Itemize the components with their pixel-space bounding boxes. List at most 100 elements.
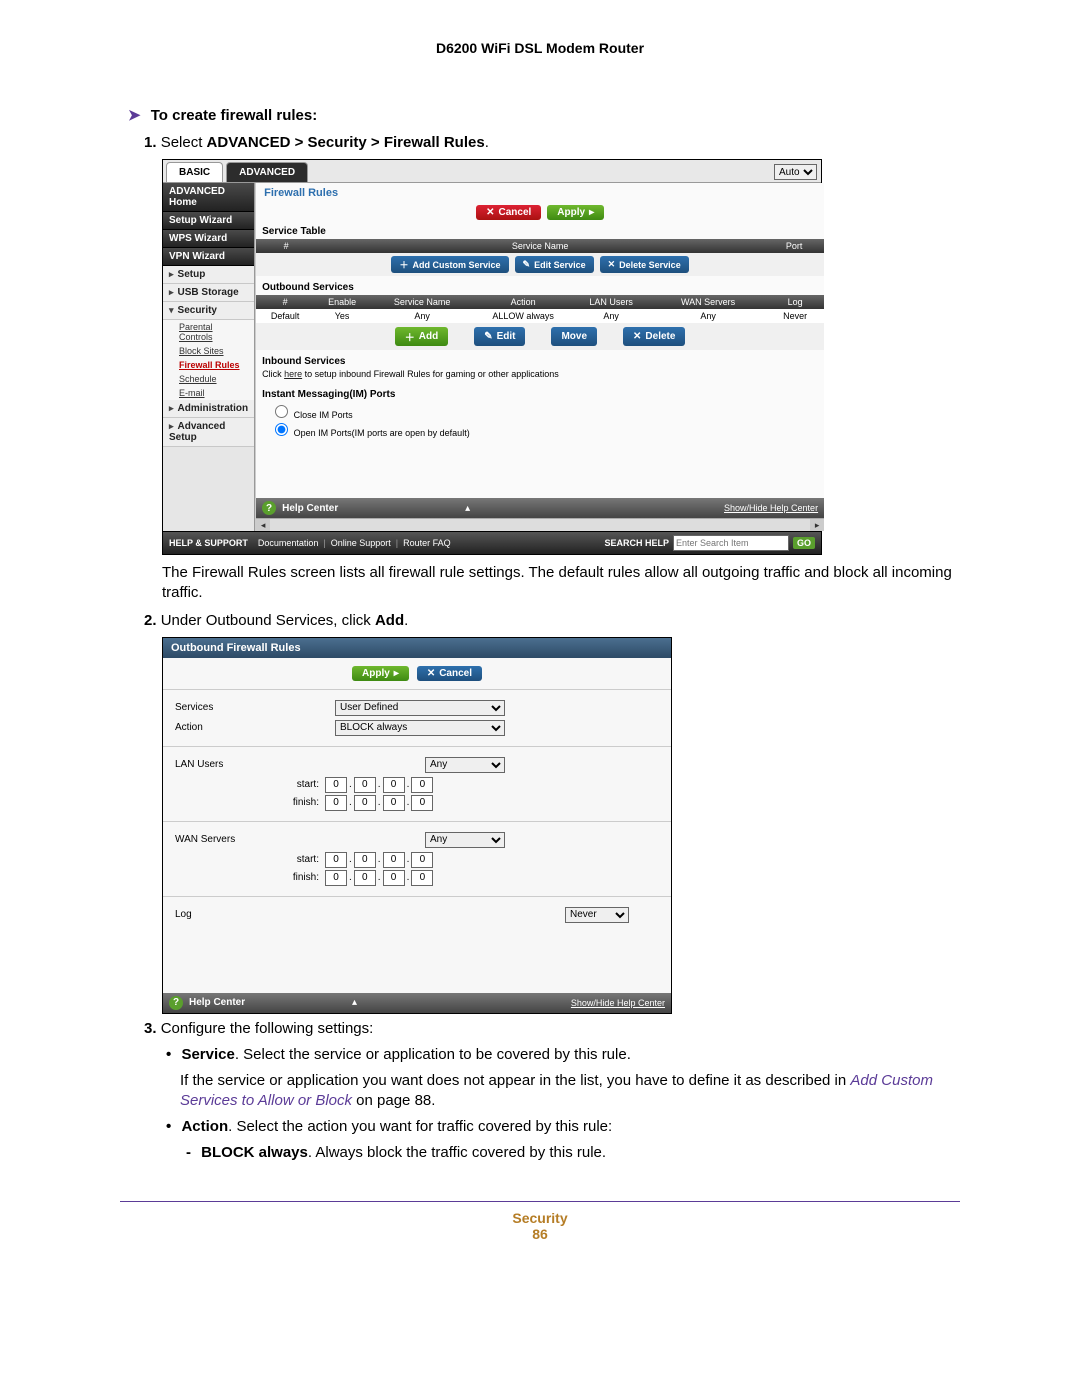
sidebar-email[interactable]: E-mail	[163, 386, 254, 400]
action-select[interactable]: BLOCK always	[335, 720, 505, 736]
wan-finish-2[interactable]	[354, 870, 376, 886]
wan-finish-row: finish: ...	[281, 870, 659, 886]
sidebar-setup[interactable]: Setup	[163, 266, 254, 284]
sidebar-parental-controls[interactable]: Parental Controls	[163, 320, 254, 344]
search-help-label: SEARCH HELP	[604, 538, 669, 548]
sidebar-adv-home[interactable]: ADVANCED Home	[163, 183, 254, 212]
edit-button[interactable]: ✎Edit	[474, 327, 525, 346]
service-table-heading: Service Table	[262, 226, 824, 237]
close-im-option[interactable]: Close IM Ports	[270, 402, 824, 420]
step-1-number: 1.	[144, 134, 157, 151]
chevron-up-icon[interactable]: ▴	[465, 503, 470, 514]
sidebar-setup-wizard[interactable]: Setup Wizard	[163, 212, 254, 230]
online-support-link[interactable]: Online Support	[331, 538, 391, 548]
bullet-service-text: . Select the service or application to b…	[235, 1046, 631, 1063]
search-input[interactable]	[673, 535, 789, 551]
wan-servers-select[interactable]: Any	[425, 832, 505, 848]
apply-button[interactable]: Apply▸	[352, 666, 409, 681]
wan-finish-3[interactable]	[383, 870, 405, 886]
go-button[interactable]: GO	[793, 537, 815, 549]
wan-finish-4[interactable]	[411, 870, 433, 886]
subbullet-block-always: - BLOCK always. Always block the traffic…	[200, 1144, 960, 1161]
language-select[interactable]: Auto	[774, 164, 817, 180]
log-select[interactable]: Never	[565, 907, 629, 923]
lan-finish-row: finish: ...	[281, 795, 659, 811]
tab-basic[interactable]: BASIC	[166, 162, 223, 182]
help-center-label: Help Center	[189, 997, 245, 1008]
help-icon[interactable]: ?	[169, 996, 183, 1010]
desc-after-shot1: The Firewall Rules screen lists all fire…	[162, 563, 960, 604]
im-heading: Instant Messaging(IM) Ports	[262, 389, 824, 400]
footer-section: Security	[120, 1210, 960, 1226]
x-icon: ✕	[633, 331, 641, 342]
cancel-button[interactable]: ✕Cancel	[476, 205, 541, 220]
scroll-left-icon[interactable]: ◂	[256, 519, 270, 531]
apply-button[interactable]: Apply▸	[547, 205, 604, 220]
edit-service-button[interactable]: ✎Edit Service	[515, 256, 594, 273]
router-faq-link[interactable]: Router FAQ	[403, 538, 451, 548]
step-2-text-c: .	[404, 612, 408, 629]
sidebar-advanced-setup[interactable]: Advanced Setup	[163, 418, 254, 447]
plus-icon: ＋	[399, 258, 408, 271]
step-3-number: 3.	[144, 1020, 157, 1037]
documentation-link[interactable]: Documentation	[258, 538, 319, 548]
page-title: Firewall Rules	[256, 183, 824, 203]
show-hide-help-link[interactable]: Show/Hide Help Center	[571, 998, 665, 1008]
wan-start-2[interactable]	[354, 852, 376, 868]
section-title-text: To create firewall rules:	[151, 107, 317, 124]
close-im-radio[interactable]	[275, 405, 288, 418]
lan-start-3[interactable]	[383, 777, 405, 793]
wan-start-3[interactable]	[383, 852, 405, 868]
add-button[interactable]: ＋Add	[395, 327, 448, 346]
apply-arrow-icon: ▸	[394, 668, 399, 679]
lan-start-4[interactable]	[411, 777, 433, 793]
help-center-label: Help Center	[282, 503, 338, 514]
tab-advanced[interactable]: ADVANCED	[226, 162, 308, 182]
arrow-icon: ➤	[128, 107, 141, 124]
step-1: 1. Select ADVANCED > Security > Firewall…	[162, 134, 960, 151]
sidebar-security[interactable]: Security	[163, 302, 254, 320]
open-im-option[interactable]: Open IM Ports(IM ports are open by defau…	[270, 420, 824, 438]
outbound-row-default: Default Yes Any ALLOW always Any Any Nev…	[256, 309, 824, 323]
show-hide-help-link[interactable]: Show/Hide Help Center	[724, 503, 818, 513]
lan-start-1[interactable]	[325, 777, 347, 793]
chevron-up-icon[interactable]: ▴	[352, 997, 357, 1008]
section-title: ➤ To create firewall rules:	[128, 106, 960, 124]
sidebar: ADVANCED Home Setup Wizard WPS Wizard VP…	[163, 183, 255, 531]
step-1-text-a: Select	[161, 134, 207, 151]
sidebar-administration[interactable]: Administration	[163, 400, 254, 418]
inbound-here-link[interactable]: here	[284, 369, 302, 379]
services-select[interactable]: User Defined	[335, 700, 505, 716]
delete-service-button[interactable]: ✕Delete Service	[600, 256, 689, 273]
step-1-text-c: .	[485, 134, 489, 151]
sidebar-block-sites[interactable]: Block Sites	[163, 344, 254, 358]
lan-finish-1[interactable]	[325, 795, 347, 811]
service-table-header: # Service Name Port	[256, 239, 824, 253]
horizontal-scrollbar[interactable]: ◂ ▸	[256, 518, 824, 531]
sidebar-firewall-rules[interactable]: Firewall Rules	[163, 358, 254, 372]
step-3-text: Configure the following settings:	[161, 1020, 374, 1037]
sidebar-schedule[interactable]: Schedule	[163, 372, 254, 386]
lan-finish-4[interactable]	[411, 795, 433, 811]
sidebar-vpn-wizard[interactable]: VPN Wizard	[163, 248, 254, 266]
wan-start-4[interactable]	[411, 852, 433, 868]
lan-finish-3[interactable]	[383, 795, 405, 811]
delete-button[interactable]: ✕Delete	[623, 327, 685, 346]
open-im-radio[interactable]	[275, 423, 288, 436]
move-button[interactable]: Move	[551, 327, 597, 346]
wan-start-1[interactable]	[325, 852, 347, 868]
pencil-icon: ✎	[484, 331, 492, 342]
x-icon: ✕	[427, 668, 435, 679]
wan-finish-1[interactable]	[325, 870, 347, 886]
help-icon[interactable]: ?	[262, 501, 276, 515]
lan-users-select[interactable]: Any	[425, 757, 505, 773]
sidebar-usb-storage[interactable]: USB Storage	[163, 284, 254, 302]
lan-start-2[interactable]	[354, 777, 376, 793]
sidebar-wps-wizard[interactable]: WPS Wizard	[163, 230, 254, 248]
wan-start-row: start: ...	[281, 852, 659, 868]
cancel-button[interactable]: ✕Cancel	[417, 666, 482, 681]
add-custom-service-button[interactable]: ＋Add Custom Service	[391, 256, 508, 273]
lan-finish-2[interactable]	[354, 795, 376, 811]
scroll-right-icon[interactable]: ▸	[810, 519, 824, 531]
inbound-note: Click here to setup inbound Firewall Rul…	[262, 369, 824, 379]
